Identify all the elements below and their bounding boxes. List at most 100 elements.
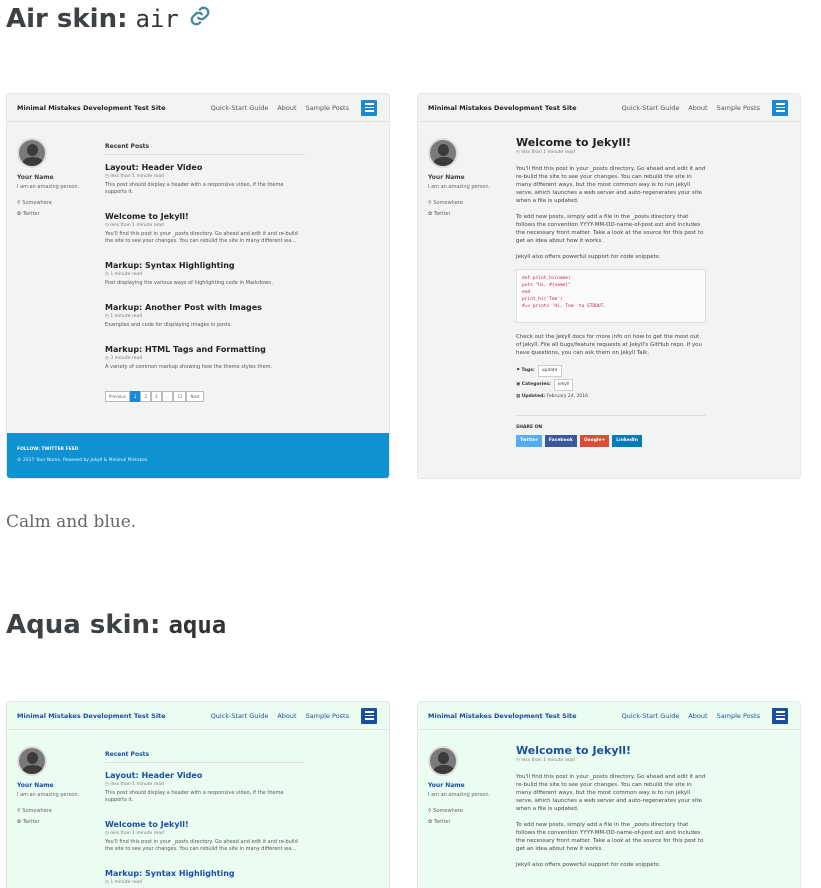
nav-item: Sample Posts	[716, 103, 760, 112]
author-bio: I am an amazing person.	[428, 792, 491, 798]
masthead: Minimal Mistakes Development Test Site Q…	[418, 702, 800, 730]
list-item: Markup: Another Post with Images ◷ 1 min…	[105, 303, 262, 328]
list-item: Welcome to Jekyll! ◷ less than 1 minute …	[105, 820, 298, 852]
list-item: Markup: HTML Tags and Formatting ◷ 3 min…	[105, 345, 273, 370]
aqua-skin-heading: Aqua skin: aqua	[6, 610, 226, 640]
nav-item: Sample Posts	[305, 103, 349, 112]
nav-item: About	[277, 103, 297, 112]
article-paragraph: You'll find this post in your _posts dir…	[516, 774, 706, 812]
aqua-skin-heading-text: Aqua skin:	[6, 610, 161, 640]
author-sidebar: Your Name I am an amazing person. ⚲ Some…	[428, 138, 508, 220]
nav-item: Quick-Start Guide	[210, 711, 269, 720]
masthead: Minimal Mistakes Development Test Site Q…	[7, 94, 389, 122]
menu-icon	[772, 99, 788, 116]
recent-posts: Recent Posts Layout: Header Video ◷ less…	[105, 751, 305, 888]
author-sidebar: Your Name I am an amazing person. ⚲ Some…	[17, 138, 97, 220]
nav: Quick-Start Guide About Sample Posts	[622, 712, 760, 720]
article-paragraph: To add new posts, simply add a file in t…	[516, 822, 704, 852]
list-item: Markup: Syntax Highlighting ◷ 1 minute r…	[105, 869, 235, 885]
share-section: SHARE ON Twitter Facebook Google+ Linked…	[516, 415, 706, 447]
air-home-screenshot: Minimal Mistakes Development Test Site Q…	[6, 93, 390, 479]
author-twitter: ✿ Twitter	[428, 211, 451, 217]
author-name: Your Name	[17, 174, 54, 181]
author-bio: I am an amazing person.	[17, 184, 80, 190]
nav: Quick-Start Guide About Sample Posts	[622, 104, 760, 112]
share-linkedin-button: LinkedIn	[612, 435, 642, 447]
masthead: Minimal Mistakes Development Test Site Q…	[418, 94, 800, 122]
avatar	[17, 138, 47, 168]
recent-posts: Recent Posts Layout: Header Video ◷ less…	[105, 143, 305, 387]
avatar	[428, 746, 458, 776]
share-facebook-button: Facebook	[544, 435, 577, 447]
footer-follow: FOLLOW: TWITTER FEED	[17, 447, 79, 452]
article-title: Welcome to Jekyll!	[516, 136, 632, 149]
author-bio: I am an amazing person.	[17, 792, 80, 798]
air-skin-code: air	[135, 5, 179, 33]
menu-icon	[361, 99, 377, 116]
nav: Quick-Start Guide About Sample Posts	[211, 104, 349, 112]
menu-icon	[772, 707, 788, 724]
author-location: ⚲ Somewhere	[17, 808, 52, 814]
author-bio: I am an amazing person.	[428, 184, 491, 190]
air-skin-caption: Calm and blue.	[6, 512, 137, 532]
site-title: Minimal Mistakes Development Test Site	[17, 711, 166, 720]
author-location: ⚲ Somewhere	[428, 200, 463, 206]
article-title: Welcome to Jekyll!	[516, 744, 632, 757]
article-paragraph: Jekyll also offers powerful support for …	[516, 254, 661, 260]
article: Welcome to Jekyll! ◷ less than 1 minute …	[516, 744, 706, 877]
author-twitter: ✿ Twitter	[17, 211, 40, 217]
nav-item: About	[688, 103, 708, 112]
avatar	[17, 746, 47, 776]
link-icon[interactable]	[189, 4, 211, 34]
author-name: Your Name	[428, 174, 465, 181]
nav-item: Quick-Start Guide	[621, 711, 680, 720]
air-skin-heading-text: Air skin:	[6, 4, 128, 34]
aqua-home-screenshot: Minimal Mistakes Development Test Site Q…	[6, 701, 390, 888]
categories: ▣ Categories: jekyll	[516, 379, 706, 391]
code-block: def print_hi(name) puts "Hi, #{name}" en…	[516, 269, 706, 323]
site-title: Minimal Mistakes Development Test Site	[428, 711, 577, 720]
recent-posts-heading: Recent Posts	[105, 143, 305, 155]
tags: ⚑ Tags: update	[516, 365, 706, 377]
author-twitter: ✿ Twitter	[17, 819, 40, 825]
article-read-time: ◷ less than 1 minute read	[516, 758, 575, 763]
pagination: Previous 1 2 3 ... 11 Next	[105, 391, 204, 402]
article-read-time: ◷ less than 1 minute read	[516, 150, 575, 155]
air-post-screenshot: Minimal Mistakes Development Test Site Q…	[417, 93, 801, 479]
page-footer: FOLLOW: TWITTER FEED © 2017 Your Name. P…	[7, 433, 389, 478]
updated: ▦ Updated: February 24, 2016	[516, 394, 588, 399]
article-paragraph: Check out the Jekyll docs for more info …	[516, 334, 702, 356]
list-item: Welcome to Jekyll! ◷ less than 1 minute …	[105, 212, 298, 244]
nav-item: Quick-Start Guide	[210, 103, 269, 112]
nav-item: Sample Posts	[305, 711, 349, 720]
list-item: Markup: Syntax Highlighting ◷ 1 minute r…	[105, 261, 274, 286]
share-twitter-button: Twitter	[516, 435, 542, 447]
article-paragraph: To add new posts, simply add a file in t…	[516, 214, 704, 244]
nav-item: Quick-Start Guide	[621, 103, 680, 112]
masthead: Minimal Mistakes Development Test Site Q…	[7, 702, 389, 730]
aqua-post-screenshot: Minimal Mistakes Development Test Site Q…	[417, 701, 801, 888]
footer-copyright: © 2017 Your Name. Powered by Jekyll & Mi…	[17, 458, 149, 463]
article-paragraph: You'll find this post in your _posts dir…	[516, 166, 706, 204]
author-sidebar: Your Name I am an amazing person. ⚲ Some…	[17, 746, 97, 828]
nav: Quick-Start Guide About Sample Posts	[211, 712, 349, 720]
author-name: Your Name	[428, 782, 465, 789]
site-title: Minimal Mistakes Development Test Site	[428, 103, 577, 112]
nav-item: Sample Posts	[716, 711, 760, 720]
avatar	[428, 138, 458, 168]
author-location: ⚲ Somewhere	[428, 808, 463, 814]
site-title: Minimal Mistakes Development Test Site	[17, 103, 166, 112]
list-item: Layout: Header Video ◷ less than 1 minut…	[105, 163, 284, 195]
nav-item: About	[688, 711, 708, 720]
list-item: Layout: Header Video ◷ less than 1 minut…	[105, 771, 284, 803]
article-paragraph: Jekyll also offers powerful support for …	[516, 862, 661, 868]
share-google-button: Google+	[579, 435, 610, 447]
author-sidebar: Your Name I am an amazing person. ⚲ Some…	[428, 746, 508, 828]
air-skin-heading: Air skin: air	[6, 4, 211, 34]
article: Welcome to Jekyll! ◷ less than 1 minute …	[516, 136, 706, 447]
author-name: Your Name	[17, 782, 54, 789]
author-twitter: ✿ Twitter	[428, 819, 451, 825]
nav-item: About	[277, 711, 297, 720]
author-location: ⚲ Somewhere	[17, 200, 52, 206]
recent-posts-heading: Recent Posts	[105, 751, 305, 763]
